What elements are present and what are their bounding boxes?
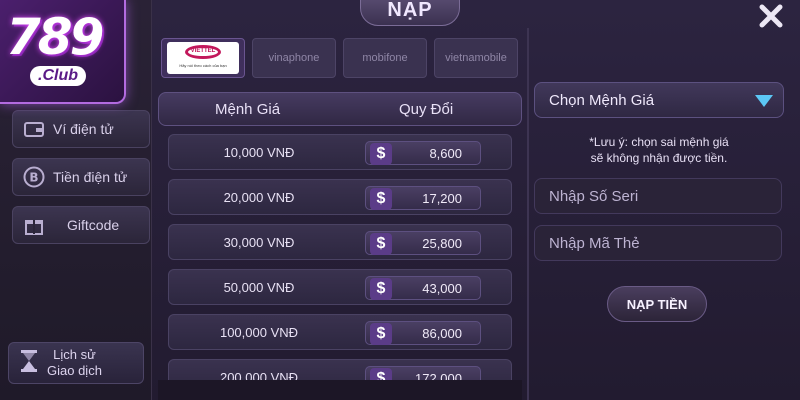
exchange-value: 86,000 [422, 326, 462, 341]
close-icon [759, 4, 783, 28]
viettel-slogan: Hãy nói theo cách của bạn [179, 63, 227, 68]
deposit-screen: Ví điện tử B Tiền điện tử Giftcode Lịch … [0, 0, 800, 400]
sidebar-item-giftcode[interactable]: Giftcode [12, 206, 150, 244]
dollar-icon: $ [370, 143, 392, 165]
viettel-logo: VIETTEL Hãy nói theo cách của bạn [167, 42, 239, 74]
exchange-value: 43,000 [422, 281, 462, 296]
card-code-input[interactable] [535, 226, 781, 260]
note-line-2: sẽ không nhận được tiền. [590, 151, 728, 165]
sidebar-item-crypto[interactable]: B Tiền điện tử [12, 158, 150, 196]
history-line-2: Giao dịch [47, 363, 102, 378]
note-line-1: *Lưu ý: chọn sai mệnh giá [589, 135, 729, 149]
svg-text:B: B [29, 171, 38, 185]
table-row: 30,000 VNĐ $25,800 [168, 224, 512, 260]
gift-icon [23, 214, 45, 236]
exchange-cell: $8,600 [365, 141, 481, 165]
vinaphone-label: vinaphone [268, 52, 320, 64]
exchange-value: 17,200 [422, 191, 462, 206]
denomination-cell: 50,000 VNĐ [223, 280, 295, 295]
denomination-cell: 20,000 VNĐ [223, 190, 295, 205]
denomination-cell: 30,000 VNĐ [223, 235, 295, 250]
column-header-exchange: Quy Đổi [399, 101, 454, 118]
carrier-tab-vinaphone[interactable]: vinaphone [252, 38, 336, 78]
submit-deposit-button[interactable]: NẠP TIỀN [607, 286, 707, 322]
exchange-cell: $17,200 [365, 186, 481, 210]
hourglass-icon [19, 349, 39, 377]
table-row: 100,000 VNĐ $86,000 [168, 314, 512, 350]
mobifone-label: mobifone [362, 52, 408, 64]
carrier-tab-viettel[interactable]: VIETTEL Hãy nói theo cách của bạn [161, 38, 245, 78]
dollar-icon: $ [370, 323, 392, 345]
card-code-field[interactable] [534, 225, 782, 261]
dollar-icon: $ [370, 278, 392, 300]
table-scroll-edge [158, 380, 522, 400]
carrier-tab-vietnamobile[interactable]: vietnamobile [434, 38, 518, 78]
transaction-history-button[interactable]: Lịch sử Giao dịch [8, 342, 144, 384]
panel-divider [527, 28, 529, 400]
exchange-cell: $86,000 [365, 321, 481, 345]
logo-number: 789 [6, 8, 104, 66]
sidebar-item-e-wallet[interactable]: Ví điện tử [12, 110, 150, 148]
logo-club: .Club [30, 66, 86, 86]
serial-input[interactable] [535, 179, 781, 213]
dollar-icon: $ [370, 188, 392, 210]
serial-field[interactable] [534, 178, 782, 214]
viettel-label: VIETTEL [190, 48, 216, 54]
denomination-cell: 100,000 VNĐ [219, 325, 299, 340]
dollar-icon: $ [370, 233, 392, 255]
page-title: NẠP [360, 0, 460, 26]
denomination-select[interactable]: Chọn Mệnh Giá [534, 82, 784, 118]
denomination-cell: 10,000 VNĐ [223, 145, 295, 160]
table-row: 10,000 VNĐ $8,600 [168, 134, 512, 170]
carrier-tab-mobifone[interactable]: mobifone [343, 38, 427, 78]
exchange-value: 8,600 [429, 146, 462, 161]
close-button[interactable] [757, 2, 785, 30]
exchange-value: 25,800 [422, 236, 462, 251]
table-row: 20,000 VNĐ $17,200 [168, 179, 512, 215]
brand-logo: 789 .Club [0, 0, 126, 104]
sidebar-item-label: Tiền điện tử [53, 169, 128, 185]
exchange-cell: $25,800 [365, 231, 481, 255]
select-label: Chọn Mệnh Giá [549, 92, 655, 109]
sidebar-item-label: Giftcode [67, 217, 120, 233]
rate-table-header: Mệnh Giá Quy Đổi [158, 92, 522, 126]
exchange-cell: $43,000 [365, 276, 481, 300]
vietnamobile-label: vietnamobile [445, 52, 507, 64]
column-header-denomination: Mệnh Giá [215, 101, 281, 118]
chevron-down-icon [755, 95, 773, 107]
history-label: Lịch sử Giao dịch [47, 347, 102, 379]
warning-note: *Lưu ý: chọn sai mệnh giá sẽ không nhận … [534, 134, 784, 166]
history-line-1: Lịch sử [53, 347, 96, 362]
table-row: 50,000 VNĐ $43,000 [168, 269, 512, 305]
wallet-icon [23, 118, 45, 140]
sidebar-item-label: Ví điện tử [53, 121, 114, 137]
bitcoin-icon: B [23, 166, 45, 188]
